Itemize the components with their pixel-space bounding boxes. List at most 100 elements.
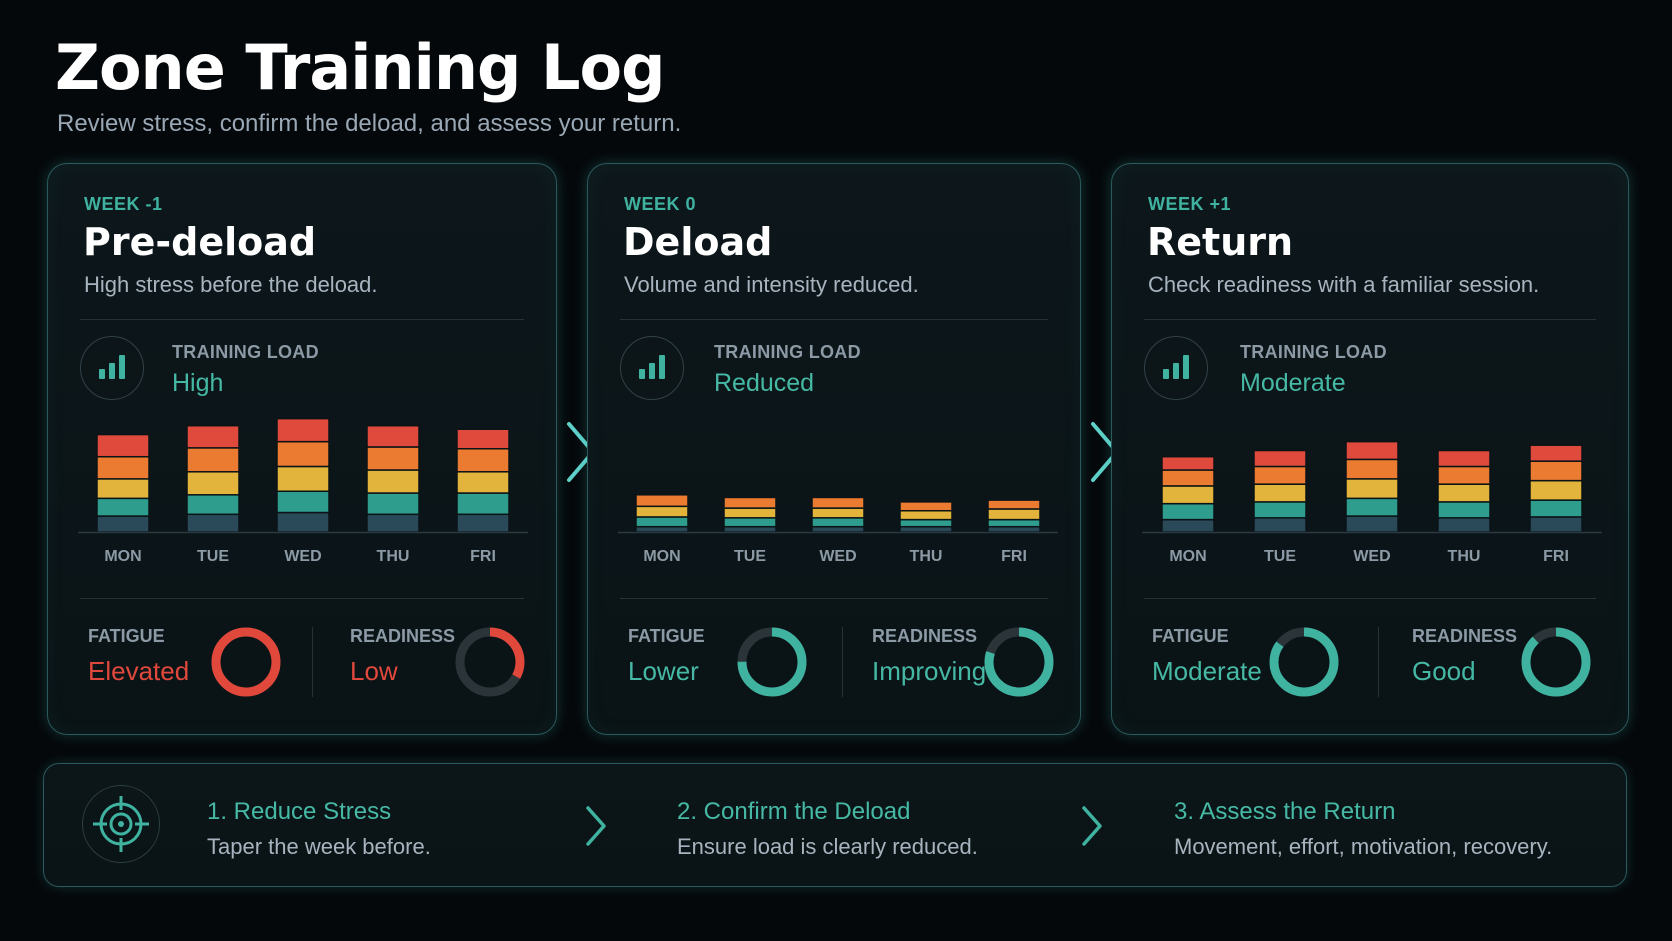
bar-segment xyxy=(96,433,150,458)
bar-segment xyxy=(96,497,150,517)
bar-segment xyxy=(276,440,330,468)
bar-segment xyxy=(366,469,420,494)
bar-segment xyxy=(723,525,777,533)
step-2-description: Ensure load is clearly reduced. xyxy=(677,834,978,859)
x-tick-label: TUE xyxy=(734,548,766,565)
ring-fill xyxy=(211,627,281,697)
bar-segment xyxy=(1437,501,1491,519)
divider xyxy=(312,627,313,697)
readiness-ring xyxy=(1521,627,1591,697)
bar-segment xyxy=(987,508,1041,521)
target-icon xyxy=(82,785,160,863)
divider xyxy=(80,319,524,320)
load-chart: MON TUE WED THU FRI xyxy=(78,417,528,565)
readiness-label: READINESS xyxy=(1412,626,1518,646)
week-card-pre-deload[interactable]: WEEK -1 Pre-deload High stress before th… xyxy=(47,163,557,735)
bar-segment xyxy=(366,446,420,471)
bar-segment xyxy=(1437,517,1491,533)
fatigue-ring xyxy=(211,627,281,697)
bar-segment xyxy=(987,518,1041,528)
phase-title: Deload xyxy=(623,220,773,264)
bar-segment xyxy=(276,465,330,493)
step-2-title: 2. Confirm the Deload xyxy=(677,798,911,825)
bar-segment xyxy=(635,505,689,518)
bar-segment xyxy=(366,424,420,448)
bar-segment xyxy=(366,513,420,533)
bar-segment xyxy=(723,496,777,509)
bar-segment xyxy=(1345,478,1399,500)
bar-segment xyxy=(96,515,150,533)
bar-chart-icon xyxy=(620,336,684,400)
step-1-description: Taper the week before. xyxy=(207,834,431,859)
phase-description: Check readiness with a familiar session. xyxy=(1148,272,1540,297)
step-3-title: 3. Assess the Return xyxy=(1174,798,1396,825)
bar-segment xyxy=(1345,497,1399,517)
x-tick-label: TUE xyxy=(1264,548,1296,565)
bar-segment xyxy=(1437,483,1491,503)
x-tick-label: TUE xyxy=(197,548,229,565)
bar-segment xyxy=(899,509,953,521)
bar-segment xyxy=(1253,483,1307,503)
bar-segment xyxy=(899,525,953,533)
divider xyxy=(80,598,524,599)
x-tick-label: THU xyxy=(377,548,410,565)
ring-fill xyxy=(1521,627,1591,697)
bar-segment xyxy=(186,513,240,533)
x-tick-label: WED xyxy=(819,548,856,565)
bar-segment xyxy=(1253,517,1307,533)
bar-segment xyxy=(899,518,953,528)
bar-segment xyxy=(276,490,330,514)
bar-segment xyxy=(987,499,1041,510)
x-tick-label: WED xyxy=(1353,548,1390,565)
phase-description: High stress before the deload. xyxy=(84,272,378,297)
fatigue-label: FATIGUE xyxy=(628,626,705,646)
bar-segment xyxy=(1529,516,1583,533)
step-1-title: 1. Reduce Stress xyxy=(207,798,392,825)
bar-segment xyxy=(1345,458,1399,480)
bar-segment xyxy=(1437,465,1491,485)
bar-segment xyxy=(1345,440,1399,461)
week-label: WEEK 0 xyxy=(624,194,697,214)
x-tick-label: MON xyxy=(1169,548,1206,565)
bar-segment xyxy=(186,447,240,473)
x-tick-label: WED xyxy=(284,548,321,565)
bar-segment xyxy=(899,501,953,512)
bar-segment xyxy=(456,447,510,473)
training-load-value: Reduced xyxy=(714,369,815,397)
fatigue-value: Elevated xyxy=(88,656,190,686)
bar-segment xyxy=(276,417,330,443)
bar-segment xyxy=(366,492,420,516)
x-tick-label: MON xyxy=(643,548,680,565)
readiness-value: Low xyxy=(350,656,398,686)
load-chart: MON TUE WED THU FRI xyxy=(1142,440,1602,565)
training-load-label: TRAINING LOAD xyxy=(172,342,319,362)
bar-segment xyxy=(1529,499,1583,518)
bar-segment xyxy=(456,471,510,494)
step-3-description: Movement, effort, motivation, recovery. xyxy=(1174,834,1553,859)
week-card-deload[interactable]: WEEK 0 Deload Volume and intensity reduc… xyxy=(587,163,1081,735)
readiness-value: Good xyxy=(1412,656,1476,686)
bar-segment xyxy=(723,507,777,519)
bar-segment xyxy=(811,517,865,528)
readiness-label: READINESS xyxy=(872,626,978,646)
fatigue-ring xyxy=(737,627,807,697)
bar-segment xyxy=(1161,455,1215,471)
x-tick-label: FRI xyxy=(1543,548,1569,565)
x-tick-label: FRI xyxy=(470,548,496,565)
readiness-label: READINESS xyxy=(350,626,456,646)
bar-segment xyxy=(1253,449,1307,468)
readiness-value: Improving xyxy=(872,656,987,686)
week-label: WEEK -1 xyxy=(84,194,163,214)
bar-segment xyxy=(186,494,240,516)
bar-segment xyxy=(1529,479,1583,501)
week-card-return[interactable]: WEEK +1 Return Check readiness with a fa… xyxy=(1111,163,1629,735)
training-load-value: Moderate xyxy=(1240,369,1346,397)
training-load-label: TRAINING LOAD xyxy=(714,342,861,362)
bar-segment xyxy=(456,513,510,533)
readiness-ring xyxy=(984,627,1054,697)
bar-segment xyxy=(635,516,689,528)
bar-segment xyxy=(1161,502,1215,521)
phase-title: Pre-deload xyxy=(83,220,317,264)
bar-segment xyxy=(811,496,865,509)
divider xyxy=(1378,627,1379,697)
